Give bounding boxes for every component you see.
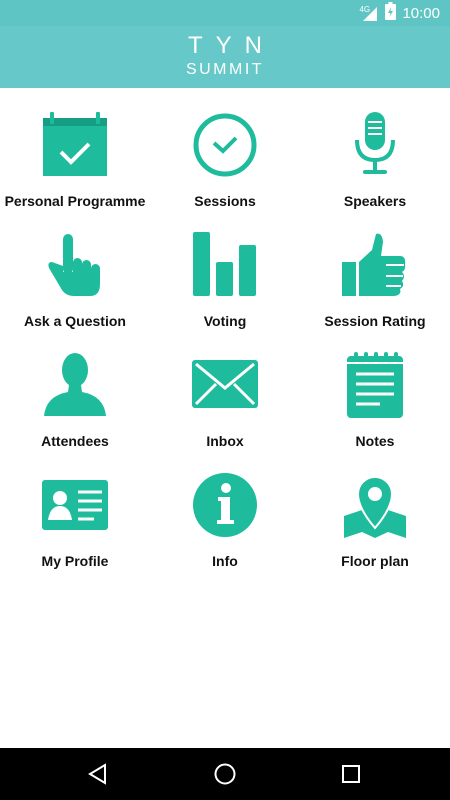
tile-label: Attendees (41, 433, 109, 449)
tile-notes[interactable]: Notes (300, 328, 450, 449)
tile-label: Personal Programme (4, 193, 146, 209)
tile-label: Inbox (206, 433, 244, 449)
app-title: TYN (188, 32, 275, 59)
recents-icon (342, 765, 360, 783)
tile-label: Notes (355, 433, 395, 449)
tile-personal-programme[interactable]: Personal Programme (0, 88, 150, 209)
home-button[interactable] (185, 748, 265, 800)
bar-chart-icon (193, 232, 256, 296)
tile-voting[interactable]: Voting (150, 208, 300, 329)
recents-button[interactable] (311, 748, 391, 800)
tile-label: Floor plan (341, 553, 409, 569)
tile-ask-a-question[interactable]: Ask a Question (0, 208, 150, 329)
tile-sessions[interactable]: Sessions (150, 88, 300, 209)
clock-check-icon (193, 113, 257, 177)
home-icon (214, 763, 236, 785)
back-icon (88, 763, 106, 785)
tile-floor-plan[interactable]: Floor plan (300, 448, 450, 569)
tile-label: Voting (203, 313, 247, 329)
microphone-icon (355, 112, 395, 174)
tile-label: Speakers (343, 193, 407, 209)
tile-speakers[interactable]: Speakers (300, 88, 450, 209)
tile-label: Session Rating (324, 313, 426, 329)
notepad-icon (347, 352, 403, 418)
calendar-check-icon (43, 112, 107, 176)
back-button[interactable] (58, 748, 138, 800)
clock: 10:00 (402, 4, 440, 22)
status-icons: 4G 10:00 (359, 1, 440, 25)
tile-info[interactable]: Info (150, 448, 300, 569)
tile-inbox[interactable]: Inbox (150, 328, 300, 449)
battery-icon (385, 1, 397, 25)
tile-label: My Profile (41, 553, 109, 569)
status-bar: 4G 10:00 (0, 0, 450, 26)
thumbs-up-icon (342, 233, 406, 296)
person-icon (44, 353, 106, 416)
app-subtitle: SUMMIT (185, 61, 265, 78)
tile-label: Info (212, 553, 238, 569)
tile-attendees[interactable]: Attendees (0, 328, 150, 449)
app-header: TYN SUMMIT (0, 26, 450, 88)
map-pin-icon (344, 476, 406, 538)
id-card-icon (42, 480, 108, 530)
tile-label: Sessions (194, 193, 256, 209)
tile-session-rating[interactable]: Session Rating (300, 208, 450, 329)
system-nav-bar (0, 748, 450, 800)
hand-pointer-icon (48, 234, 100, 296)
tile-label: Ask a Question (24, 313, 126, 329)
envelope-icon (192, 360, 258, 408)
tile-my-profile[interactable]: My Profile (0, 448, 150, 569)
info-icon (193, 473, 257, 537)
signal-icon: 4G (359, 5, 379, 21)
